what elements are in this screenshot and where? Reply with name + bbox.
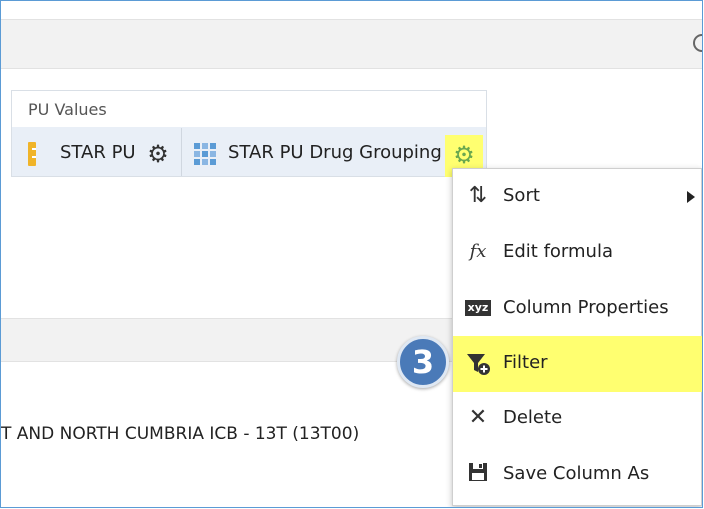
chevron-right-icon	[687, 191, 695, 203]
menu-item-label: Edit formula	[503, 241, 613, 262]
grid-icon	[194, 143, 216, 165]
menu-item-save-column-as[interactable]: Save Column As	[453, 447, 702, 503]
ruler-icon	[28, 142, 36, 166]
app-frame: PU Values STAR PU ⚙ STAR PU Drug Groupin…	[0, 0, 703, 508]
column-divider	[181, 128, 182, 176]
gear-icon[interactable]: ⚙	[452, 143, 476, 167]
gear-icon[interactable]: ⚙	[146, 142, 170, 166]
save-icon	[465, 461, 491, 487]
menu-item-filter[interactable]: Filter	[453, 336, 702, 392]
menu-item-sort[interactable]: ⇅ Sort	[453, 169, 702, 225]
pivot-column-header: PU Values	[11, 90, 487, 128]
fx-icon: fx	[469, 241, 487, 262]
measure-drug-grouping-label[interactable]: STAR PU Drug Grouping	[228, 142, 442, 163]
menu-item-column-properties[interactable]: xyz Column Properties	[453, 281, 702, 337]
table-row-label: T AND NORTH CUMBRIA ICB - 13T (13T00)	[1, 424, 360, 444]
measure-star-pu-label[interactable]: STAR PU	[60, 142, 136, 163]
xyz-icon: xyz	[465, 300, 491, 316]
menu-item-edit-formula[interactable]: fx Edit formula	[453, 225, 702, 281]
menu-item-label: Sort	[503, 185, 540, 206]
pivot-header-label: PU Values	[28, 100, 107, 119]
close-icon: ✕	[468, 405, 488, 430]
column-context-menu: ⇅ Sort fx Edit formula xyz Column Proper…	[452, 168, 702, 506]
sort-icon: ⇅	[468, 183, 488, 208]
menu-item-delete[interactable]: ✕ Delete	[453, 391, 702, 447]
menu-item-label: Save Column As	[503, 463, 650, 484]
top-toolbar	[1, 19, 702, 69]
menu-item-label: Delete	[503, 407, 563, 428]
filter-add-icon	[465, 350, 491, 376]
clock-icon[interactable]	[693, 34, 702, 52]
step-number-badge: 3	[397, 336, 449, 388]
menu-item-label: Filter	[503, 352, 548, 373]
menu-item-label: Column Properties	[503, 297, 669, 318]
